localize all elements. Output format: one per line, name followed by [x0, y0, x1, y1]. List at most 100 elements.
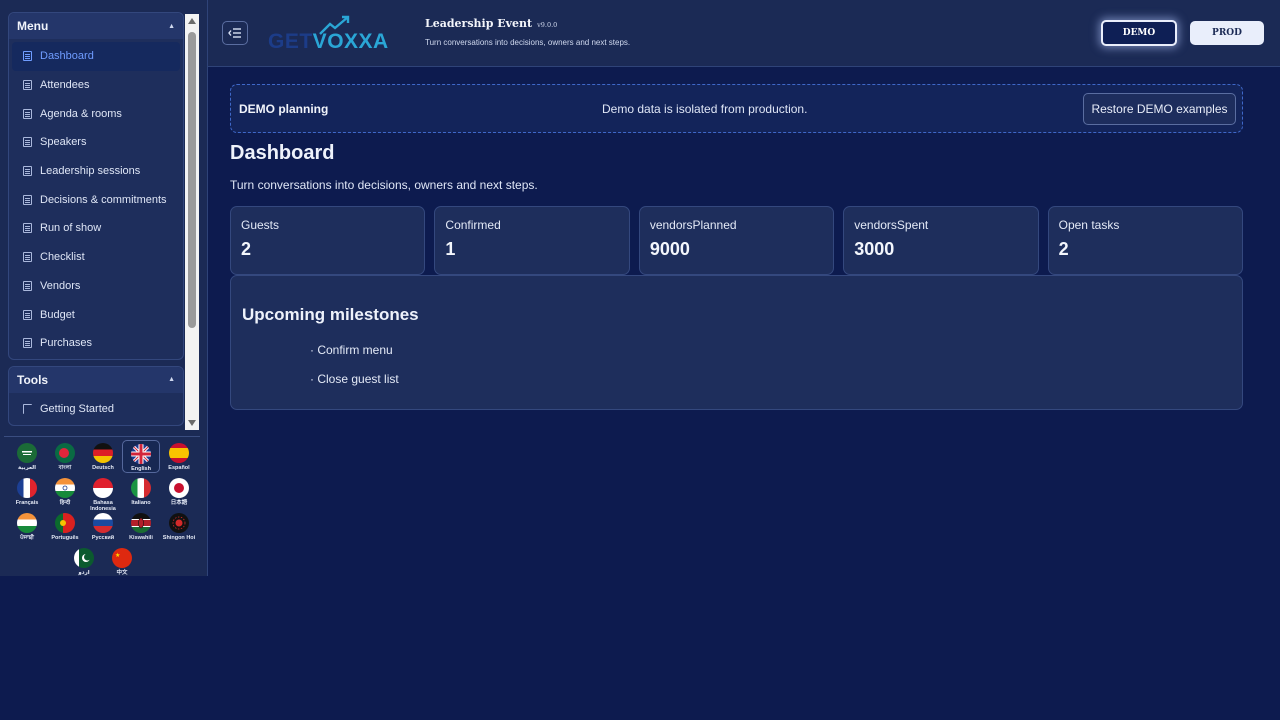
- document-icon: [23, 51, 32, 62]
- language-portuguese[interactable]: Português: [46, 510, 84, 543]
- indonesia-flag-icon: [93, 478, 113, 498]
- sidebar-item-attendees[interactable]: Attendees: [12, 71, 180, 100]
- menu-panel: Menu ▲ Dashboard Attendees Agenda & room…: [8, 12, 184, 360]
- language-label: हिन्दी: [59, 500, 71, 506]
- language-french[interactable]: Français: [8, 475, 46, 508]
- sidebar-item-decisions-commitments[interactable]: Decisions & commitments: [12, 185, 180, 214]
- sidebar-item-label: Getting Started: [40, 402, 114, 415]
- language-hindi[interactable]: हिन्दी: [46, 475, 84, 508]
- sidebar-item-leadership-sessions[interactable]: Leadership sessions: [12, 157, 180, 186]
- language-label: English: [131, 466, 151, 472]
- language-arabic[interactable]: العربية: [8, 440, 46, 473]
- stat-value: 9000: [649, 239, 690, 259]
- milestone-item: · Close guest list: [242, 372, 399, 386]
- stat-card-vendors-spent: vendorsSpent 3000: [843, 206, 1039, 275]
- language-label: বাংলা: [58, 465, 72, 471]
- collapse-sidebar-button[interactable]: [222, 21, 248, 45]
- india-flag-icon: [55, 478, 75, 498]
- restore-demo-examples-button[interactable]: Restore DEMO examples: [1083, 93, 1236, 125]
- sidebar-scroll-area: Menu ▲ Dashboard Attendees Agenda & room…: [0, 12, 200, 432]
- stat-value: 2: [241, 239, 252, 259]
- scroll-down-arrow-icon[interactable]: [188, 420, 196, 426]
- sidebar-item-vendors[interactable]: Vendors: [12, 272, 180, 301]
- sun-emblem-icon: [169, 513, 189, 533]
- document-icon: [23, 252, 32, 263]
- language-label: Русский: [91, 535, 115, 541]
- sidebar-item-label: Budget: [40, 308, 75, 321]
- sidebar-item-getting-started[interactable]: Getting Started: [12, 395, 180, 424]
- germany-flag-icon: [93, 443, 113, 463]
- sidebar-item-label: Agenda & rooms: [40, 107, 122, 120]
- document-icon: [23, 194, 32, 205]
- portugal-flag-icon: [55, 513, 75, 533]
- tools-panel-title: Tools: [17, 372, 49, 387]
- document-icon: [23, 137, 32, 148]
- russia-flag-icon: [93, 513, 113, 533]
- page-subtitle: Turn conversations into decisions, owner…: [230, 178, 538, 192]
- demo-planning-banner: DEMO planning Demo data is isolated from…: [230, 84, 1243, 133]
- milestone-text: · Confirm menu: [310, 343, 393, 357]
- language-spanish[interactable]: Español: [160, 440, 198, 473]
- sidebar-item-checklist[interactable]: Checklist: [12, 243, 180, 272]
- menu-panel-title: Menu: [17, 19, 49, 33]
- france-flag-icon: [17, 478, 37, 498]
- banner-message: Demo data is isolated from production.: [602, 102, 808, 116]
- demo-mode-button[interactable]: DEMO: [1101, 20, 1177, 46]
- stat-card-confirmed: Confirmed 1: [434, 206, 630, 275]
- language-russian[interactable]: Русский: [84, 510, 122, 543]
- language-swahili[interactable]: Kiswahili: [122, 510, 160, 543]
- sidebar-item-budget[interactable]: Budget: [12, 300, 180, 329]
- milestone-item: · Confirm menu: [242, 343, 393, 357]
- top-bar: GETVOXXA Leadership Event v9.0.0 Turn con…: [208, 0, 1280, 67]
- prod-mode-button[interactable]: PROD: [1190, 21, 1264, 45]
- stat-label: vendorsSpent: [854, 218, 929, 232]
- menu-panel-header[interactable]: Menu ▲: [9, 13, 183, 39]
- event-title-text: Leadership Event: [425, 17, 533, 30]
- language-chinese[interactable]: ★ 中文: [103, 545, 141, 578]
- uk-flag-icon: [131, 444, 151, 464]
- document-icon: [23, 280, 32, 291]
- language-label: Français: [15, 500, 39, 506]
- sidebar-scrollbar[interactable]: [185, 14, 199, 430]
- sidebar-item-label: Leadership sessions: [40, 165, 141, 178]
- language-label: Kiswahili: [129, 535, 153, 541]
- language-label: 中文: [116, 570, 128, 576]
- language-english[interactable]: English: [122, 440, 160, 473]
- event-title: Leadership Event v9.0.0: [425, 17, 557, 30]
- sidebar-item-agenda-rooms[interactable]: Agenda & rooms: [12, 99, 180, 128]
- language-german[interactable]: Deutsch: [84, 440, 122, 473]
- scroll-up-arrow-icon[interactable]: [188, 18, 196, 24]
- scrollbar-thumb[interactable]: [188, 32, 196, 328]
- sidebar-item-run-of-show[interactable]: Run of show: [12, 214, 180, 243]
- language-urdu[interactable]: اردو: [65, 545, 103, 578]
- language-label: العربية: [17, 465, 37, 471]
- language-indonesian[interactable]: Bahasa Indonesia: [84, 475, 122, 512]
- bangladesh-flag-icon: [55, 443, 75, 463]
- language-bengali[interactable]: বাংলা: [46, 440, 84, 473]
- stats-cards: Guests 2 Confirmed 1 vendorsPlanned 9000 ve…: [230, 206, 1244, 275]
- svg-text:★: ★: [115, 552, 120, 559]
- sidebar-item-purchases[interactable]: Purchases: [12, 329, 180, 358]
- language-punjabi[interactable]: ਪੰਜਾਬੀ: [8, 510, 46, 543]
- logo-text-v: V: [312, 30, 328, 53]
- sidebar-item-label: Speakers: [40, 136, 87, 149]
- spain-flag-icon: [169, 443, 189, 463]
- caret-up-icon: ▲: [168, 22, 175, 30]
- tools-panel-header[interactable]: Tools ▲: [9, 366, 183, 393]
- language-label: Shingon Hoi: [162, 535, 196, 541]
- language-shingon-hoi[interactable]: Shingon Hoi: [160, 510, 198, 543]
- language-italian[interactable]: Italiano: [122, 475, 160, 508]
- stat-label: vendorsPlanned: [649, 218, 737, 232]
- sidebar-divider: [4, 436, 200, 437]
- india-flag-icon: [17, 513, 37, 533]
- page-title: Dashboard: [230, 142, 335, 164]
- sidebar-item-dashboard[interactable]: Dashboard: [12, 42, 180, 71]
- sidebar-item-label: Dashboard: [40, 50, 94, 63]
- language-label: Italiano: [131, 500, 151, 506]
- sidebar-item-speakers[interactable]: Speakers: [12, 128, 180, 157]
- kenya-flag-icon: [131, 513, 151, 533]
- language-japanese[interactable]: 日本語: [160, 475, 198, 508]
- sidebar-item-label: Run of show: [40, 222, 102, 235]
- language-label: Português: [51, 535, 79, 541]
- banner-title: DEMO planning: [239, 102, 329, 116]
